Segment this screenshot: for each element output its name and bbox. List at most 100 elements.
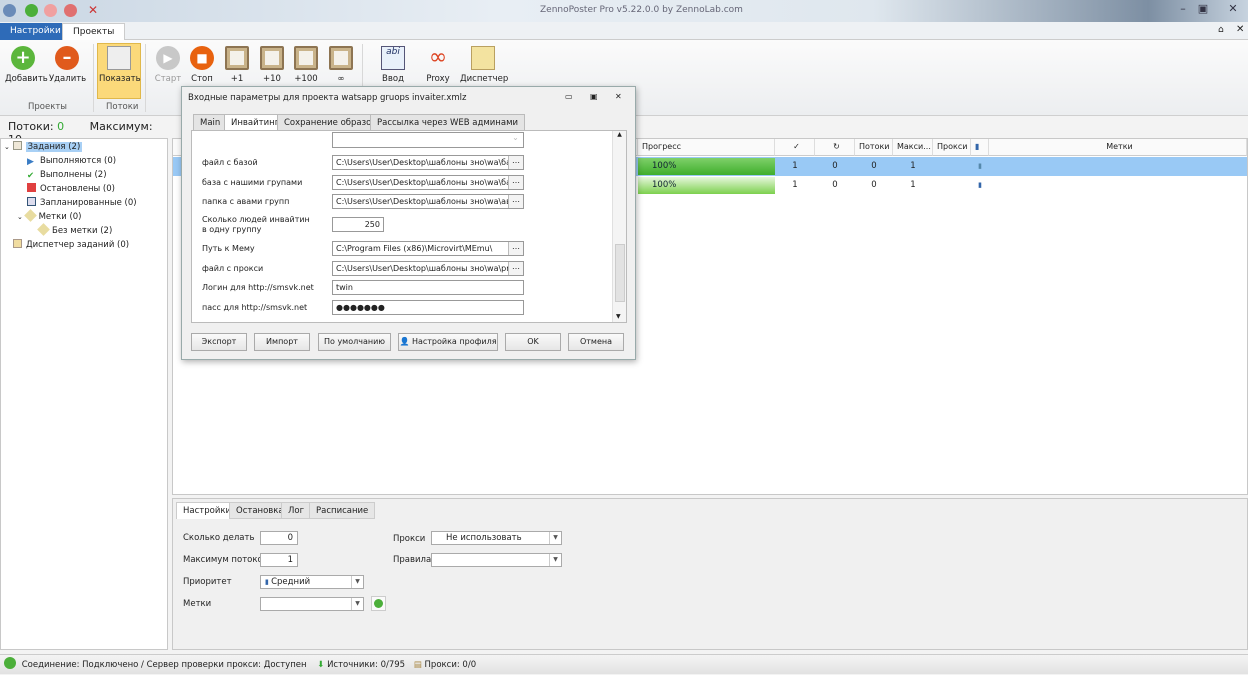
close-tab-icon[interactable]: ✕ [1236, 24, 1244, 35]
groups-base-input[interactable]: C:\Users\User\Desktop\шаблоны зно\wa\баз… [332, 175, 524, 190]
priority-select[interactable]: ▮ Средний ▼ [260, 575, 364, 589]
login-input[interactable]: twin [332, 280, 524, 295]
infinity-icon: ∞ [428, 45, 448, 70]
add-button[interactable]: + Добавить [5, 46, 48, 84]
tree-item-no-label[interactable]: Без метки (2) [37, 223, 112, 238]
header-done[interactable]: ✓ [775, 139, 815, 156]
dialog-tab-save-images[interactable]: Сохранение образов [277, 114, 384, 131]
chevron-down-icon: ▼ [351, 598, 363, 610]
scrollbar-thumb[interactable] [615, 244, 625, 302]
calendar-icon [27, 197, 36, 206]
stop-label: Стоп [191, 74, 213, 84]
browse-button[interactable]: … [508, 195, 523, 208]
tab-settings[interactable]: Настройки [0, 23, 71, 40]
ok-button[interactable]: OK [505, 333, 561, 351]
dialog-maximize-button[interactable]: ▣ [590, 92, 598, 101]
tab-projects[interactable]: Проекты [62, 23, 126, 40]
dialog-tab-main[interactable]: Main [193, 114, 228, 131]
field-label: папка с авами групп [202, 197, 290, 206]
header-proxy[interactable]: Прокси [933, 139, 971, 156]
dispatcher-button[interactable]: Диспетчер [460, 46, 508, 84]
rules-select[interactable]: ▼ [431, 553, 562, 567]
dialog-minimize-button[interactable]: ▭ [565, 92, 573, 101]
browse-button[interactable]: … [508, 156, 523, 169]
labels-select[interactable]: ▼ [260, 597, 364, 611]
tools-icon[interactable]: ✕ [88, 3, 98, 17]
infinite-label: ∞ [337, 74, 345, 84]
plus100-button[interactable]: +100 [288, 46, 324, 84]
invite-count-input[interactable]: 250 [332, 217, 384, 232]
tab-log[interactable]: Лог [281, 502, 312, 519]
maximize-button[interactable]: ▣ [1195, 2, 1211, 18]
plus10-button[interactable]: +10 [254, 46, 290, 84]
priority-icon: ▮ [978, 181, 982, 189]
import-button[interactable]: Импорт [254, 333, 310, 351]
tree-item-labels[interactable]: ⌄ Метки (0) [17, 209, 82, 224]
scrollbar[interactable]: ▲ ▼ [612, 131, 626, 322]
input-params-dialog: Входные параметры для проекта watsapp gr… [181, 86, 636, 360]
browse-button[interactable]: … [508, 262, 523, 275]
browse-button[interactable]: … [508, 176, 523, 189]
delete-button[interactable]: – Удалить [49, 46, 86, 84]
export-button[interactable]: Экспорт [191, 333, 247, 351]
header-max[interactable]: Макси... [893, 139, 933, 156]
profile-settings-button[interactable]: 👤 Настройка профиля [398, 333, 498, 351]
default-button[interactable]: По умолчанию [318, 333, 391, 351]
avatars-folder-input[interactable]: C:\Users\User\Desktop\шаблоны зно\wa\авы… [332, 194, 524, 209]
header-threads[interactable]: Потоки [855, 139, 893, 156]
tree-label: Метки (0) [38, 212, 82, 222]
add-icon[interactable] [25, 4, 38, 17]
proxy-file-input[interactable]: C:\Users\User\Desktop\шаблоны зно\wa\pro… [332, 261, 524, 276]
progress-bar: 100% [638, 158, 775, 175]
base-file-input[interactable]: C:\Users\User\Desktop\шаблоны зно\wa\баз… [332, 155, 524, 170]
tree-label: Диспетчер заданий (0) [26, 240, 130, 250]
count-input[interactable]: 0 [260, 531, 298, 545]
scroll-down-icon[interactable]: ▼ [616, 313, 621, 320]
tree-item-scheduled[interactable]: Запланированные (0) [27, 197, 137, 210]
tree-item-tasks[interactable]: ⌄ Задания (2) [4, 141, 83, 154]
tree-item-dispatcher[interactable]: Диспетчер заданий (0) [13, 239, 129, 252]
stop-icon[interactable] [64, 4, 77, 17]
infinite-button[interactable]: ∞ [323, 46, 359, 84]
add-label-button[interactable] [371, 596, 386, 611]
group-projects-label: Проекты [28, 102, 68, 112]
clipboard-icon [12, 141, 22, 150]
max-threads-input[interactable]: 1 [260, 553, 298, 567]
browse-button[interactable]: … [508, 242, 523, 255]
tree-item-running[interactable]: ▶ Выполняются (0) [27, 155, 116, 168]
dialog-close-button[interactable]: ✕ [615, 92, 622, 101]
show-button[interactable]: Показать [99, 46, 141, 84]
proxy-button[interactable]: ∞ Proxy [420, 45, 456, 85]
play-icon[interactable] [44, 4, 57, 17]
tab-schedule[interactable]: Расписание [309, 502, 376, 519]
field-label: Сколько людей инвайтин в одну группу [202, 215, 310, 234]
password-input[interactable]: ●●●●●●● [332, 300, 524, 315]
tree-label: Остановлены (0) [40, 184, 115, 194]
stop-button[interactable]: ■ Стоп [184, 46, 220, 84]
priority-icon: ▮ [978, 162, 982, 170]
max-label: Максимум: [89, 120, 153, 133]
header-labels[interactable]: Метки [989, 139, 1247, 156]
cancel-button[interactable]: Отмена [568, 333, 624, 351]
user-icon: 👤 [399, 337, 412, 346]
minimize-button[interactable]: – [1175, 2, 1191, 18]
field-label: Путь к Мему [202, 244, 255, 253]
start-button[interactable]: ▶ Старт [150, 46, 186, 84]
dialog-tab-web-mailing[interactable]: Рассылка через WEB админами [370, 114, 526, 131]
close-button[interactable]: ✕ [1225, 2, 1241, 18]
proxy-select[interactable]: Не использовать ▼ [431, 531, 562, 545]
tree-item-stopped[interactable]: Остановлены (0) [27, 183, 115, 196]
threads-value: 0 [57, 120, 65, 133]
select-field[interactable]: ⌄ [332, 132, 524, 148]
header-priority[interactable]: ▮ [971, 139, 989, 156]
collapse-ribbon-icon[interactable]: ⌂ [1218, 25, 1224, 35]
proxy-value: Не использовать [446, 533, 522, 543]
memu-path-input[interactable]: C:\Program Files (x86)\Microvirt\MEmu\… [332, 241, 524, 256]
header-repeat[interactable]: ↻ [815, 139, 855, 156]
app-icon [3, 4, 16, 17]
header-progress[interactable]: Прогресс [638, 139, 775, 156]
tree-item-done[interactable]: ✔ Выполнены (2) [27, 169, 107, 182]
done-cell: 1 [792, 161, 798, 171]
plus1-button[interactable]: +1 [219, 46, 255, 84]
scroll-up-icon[interactable]: ▲ [613, 131, 626, 138]
